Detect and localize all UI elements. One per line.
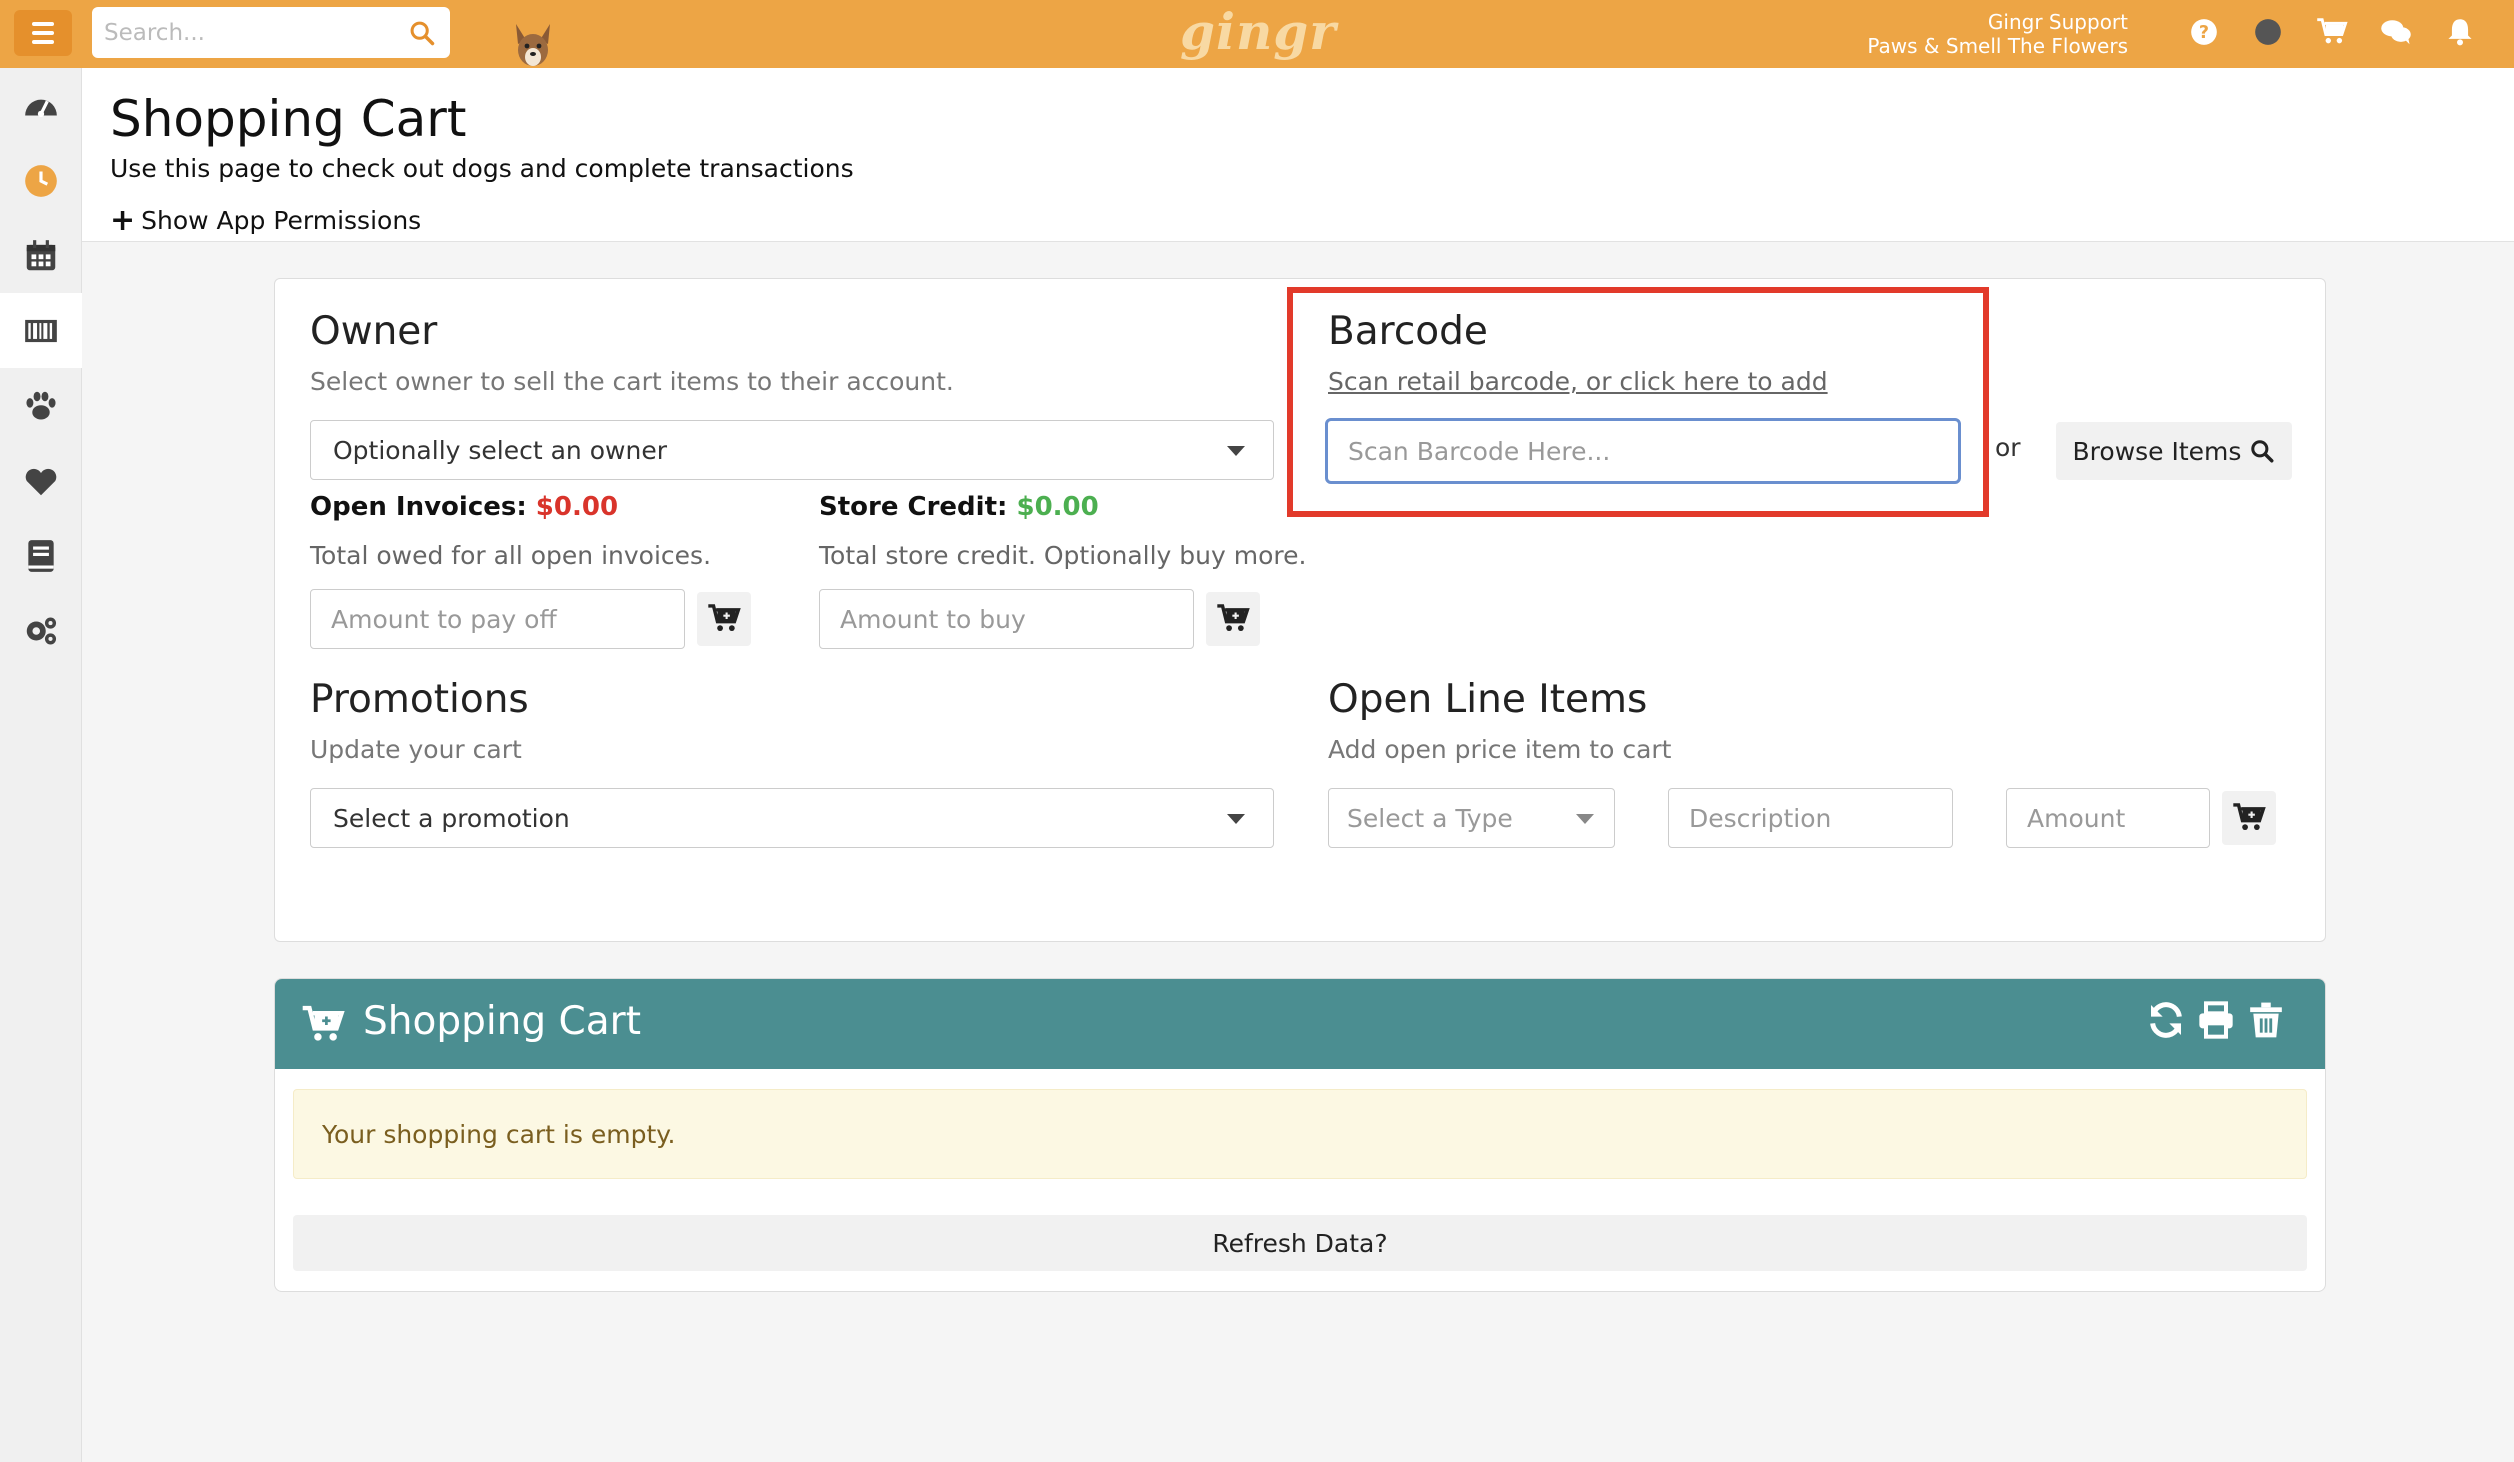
browse-items-button[interactable]: Browse Items [2056, 422, 2292, 480]
barcode-highlight-box [1287, 287, 1989, 517]
cart-actions [2145, 999, 2287, 1041]
gears-icon [26, 617, 57, 644]
cart-icon[interactable] [2314, 14, 2350, 50]
promotions-description: Update your cart [310, 735, 522, 764]
paw-icon [26, 391, 56, 419]
store-credit: Store Credit: $0.00 [819, 492, 1099, 522]
line-item-type-select[interactable]: Select a Type [1328, 788, 1615, 848]
or-label: or [1995, 433, 2021, 462]
browse-items-label: Browse Items [2072, 436, 2242, 466]
line-item-description-input[interactable] [1668, 788, 1953, 848]
cart-plus-icon [1217, 604, 1250, 632]
search-icon [2251, 440, 2274, 463]
shopping-cart-header: Shopping Cart [275, 979, 2325, 1069]
bell-icon[interactable] [2442, 14, 2478, 50]
chat-icon[interactable] [2378, 14, 2414, 50]
open-line-items-description: Add open price item to cart [1328, 735, 1672, 764]
caret-down-icon [1227, 446, 1245, 456]
gingr-logo[interactable]: gingr [1180, 2, 1337, 61]
shopping-cart-section: Shopping Cart Your shopping cart is empt… [274, 978, 2326, 1292]
page-subtitle: Use this page to check out dogs and comp… [110, 154, 854, 183]
open-invoices-description: Total owed for all open invoices. [310, 541, 712, 570]
user-info[interactable]: Gingr Support Paws & Smell The Flowers [1867, 10, 2128, 58]
hamburger-menu-button[interactable] [14, 10, 72, 56]
user-location: Paws & Smell The Flowers [1867, 34, 2128, 58]
store-credit-description: Total store credit. Optionally buy more. [819, 541, 1307, 570]
plus-icon: + [110, 202, 136, 238]
sidebar-item-dashboard[interactable] [0, 68, 82, 143]
open-line-items-heading: Open Line Items [1328, 677, 1648, 722]
sidebar-item-pos[interactable] [0, 293, 82, 368]
cart-empty-message: Your shopping cart is empty. [293, 1089, 2307, 1179]
help-icon[interactable]: ? [2186, 14, 2222, 50]
dashboard-icon [25, 99, 57, 117]
search-box [92, 7, 450, 58]
promotions-heading: Promotions [310, 677, 529, 722]
owner-description: Select owner to sell the cart items to t… [310, 367, 954, 396]
heart-icon [25, 468, 57, 495]
cart-plus-icon [708, 604, 741, 632]
amount-to-buy-input[interactable] [819, 589, 1194, 649]
refresh-icon[interactable] [2145, 999, 2187, 1041]
amount-to-pay-off-input[interactable] [310, 589, 685, 649]
owner-select[interactable]: Optionally select an owner [310, 420, 1274, 480]
show-app-permissions-link[interactable]: + Show App Permissions [110, 202, 422, 238]
owner-select-value: Optionally select an owner [333, 435, 667, 465]
owner-heading: Owner [310, 309, 438, 354]
clock-icon [25, 164, 57, 197]
sidebar-item-calendar[interactable] [0, 218, 82, 293]
line-item-add-to-cart-button[interactable] [2222, 791, 2276, 845]
svg-text:?: ? [2199, 23, 2209, 43]
shopping-cart-title: Shopping Cart [363, 999, 642, 1044]
search-icon[interactable] [408, 19, 436, 47]
promotion-select[interactable]: Select a promotion [310, 788, 1274, 848]
store-credit-add-to-cart-button[interactable] [1206, 592, 1260, 646]
line-item-amount-input[interactable] [2006, 788, 2210, 848]
status-dot-icon[interactable] [2250, 14, 2286, 50]
sidebar-item-animals[interactable] [0, 368, 82, 443]
menu-line [32, 31, 54, 35]
top-icons: ? [2186, 14, 2478, 50]
sidebar [0, 68, 82, 1462]
sidebar-item-reports[interactable] [0, 518, 82, 593]
promotion-select-value: Select a promotion [333, 803, 570, 833]
open-invoices: Open Invoices: $0.00 [310, 492, 618, 522]
page-title: Shopping Cart [110, 90, 467, 148]
user-name: Gingr Support [1987, 10, 2128, 34]
sidebar-item-favorites[interactable] [0, 443, 82, 518]
line-item-type-value: Select a Type [1347, 803, 1513, 833]
open-invoices-label: Open Invoices: [310, 492, 527, 522]
menu-line [32, 22, 54, 26]
top-bar: gingr Gingr Support Paws & Smell The Flo… [0, 0, 2514, 68]
sidebar-item-settings[interactable] [0, 593, 82, 668]
show-app-permissions-label: Show App Permissions [141, 206, 422, 235]
dog-mascot-icon [516, 24, 550, 66]
barcode-icon [25, 319, 57, 342]
print-icon[interactable] [2195, 999, 2237, 1041]
caret-down-icon [1576, 814, 1594, 824]
book-icon [28, 539, 54, 572]
store-credit-value: $0.00 [1016, 492, 1099, 522]
trash-icon[interactable] [2245, 999, 2287, 1041]
caret-down-icon [1227, 814, 1245, 824]
cart-plus-icon [302, 1005, 345, 1041]
search-input[interactable] [92, 7, 450, 58]
calendar-icon [26, 239, 56, 270]
page-header: Shopping Cart Use this page to check out… [82, 68, 2514, 242]
menu-line [32, 40, 54, 44]
cart-plus-icon [2233, 803, 2266, 831]
sidebar-item-time[interactable] [0, 143, 82, 218]
store-credit-label: Store Credit: [819, 492, 1008, 522]
open-invoices-value: $0.00 [535, 492, 619, 522]
pay-off-add-to-cart-button[interactable] [697, 592, 751, 646]
refresh-data-button[interactable]: Refresh Data? [293, 1215, 2307, 1271]
